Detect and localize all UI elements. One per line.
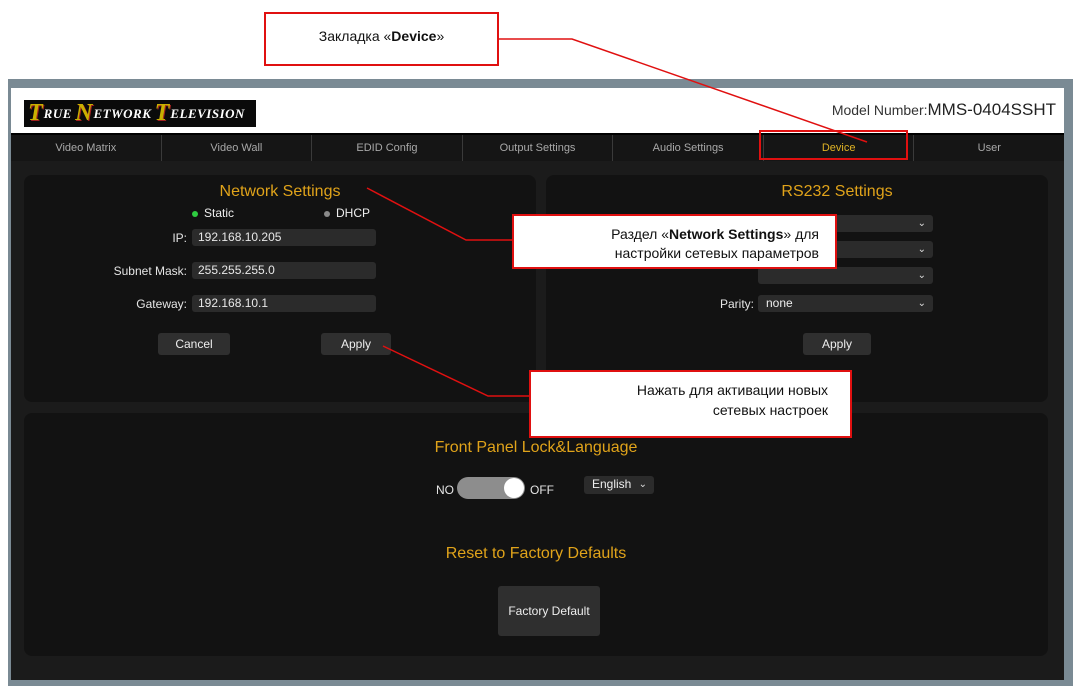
network-callout-line [366,187,512,241]
device-callout-line [498,38,868,143]
network-settings-callout: Раздел «Network Settings» для настройки … [512,214,837,269]
device-tab-callout: Закладка «Device» [264,12,499,66]
callout-lines [366,38,908,397]
apply-callout: Нажать для активации новых сетевых настр… [529,370,852,438]
device-tab-highlight [759,130,908,160]
apply-callout-line [382,345,529,397]
